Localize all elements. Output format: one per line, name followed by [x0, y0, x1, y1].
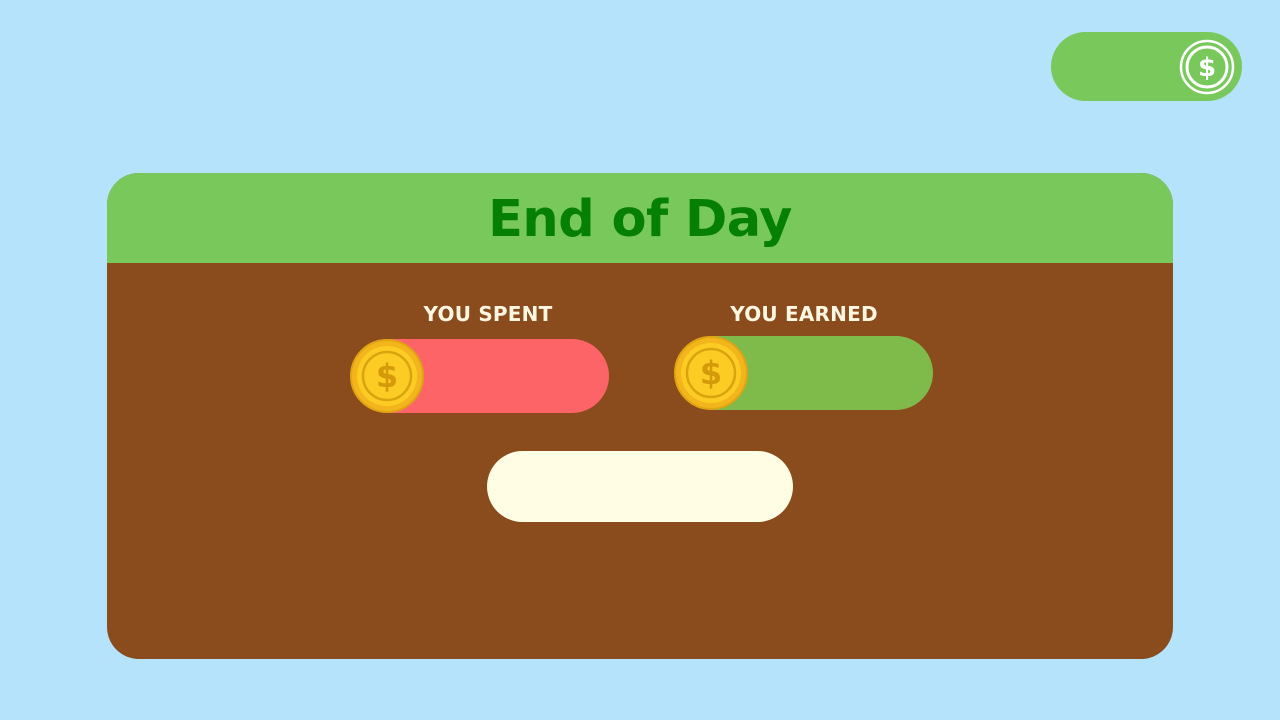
svg-text:$: $ [700, 354, 722, 392]
end-of-day-panel: End of Day YOU SPENT $ YOU EARNED $ [107, 173, 1173, 659]
gold-coin-icon: $ [674, 336, 748, 410]
spent-value [421, 339, 589, 413]
earned-label: YOU EARNED [730, 302, 878, 326]
earned-value [745, 336, 913, 410]
gold-coin-icon: $ [350, 339, 424, 413]
svg-text:$: $ [1198, 53, 1216, 83]
panel-title: End of Day [488, 190, 792, 249]
spent-label: YOU SPENT [423, 302, 553, 326]
balance-indicator: $ [1051, 32, 1242, 101]
dollar-coin-outline-icon: $ [1179, 39, 1235, 95]
svg-text:$: $ [376, 357, 398, 395]
panel-header: End of Day [107, 173, 1173, 263]
continue-button[interactable] [487, 451, 793, 522]
